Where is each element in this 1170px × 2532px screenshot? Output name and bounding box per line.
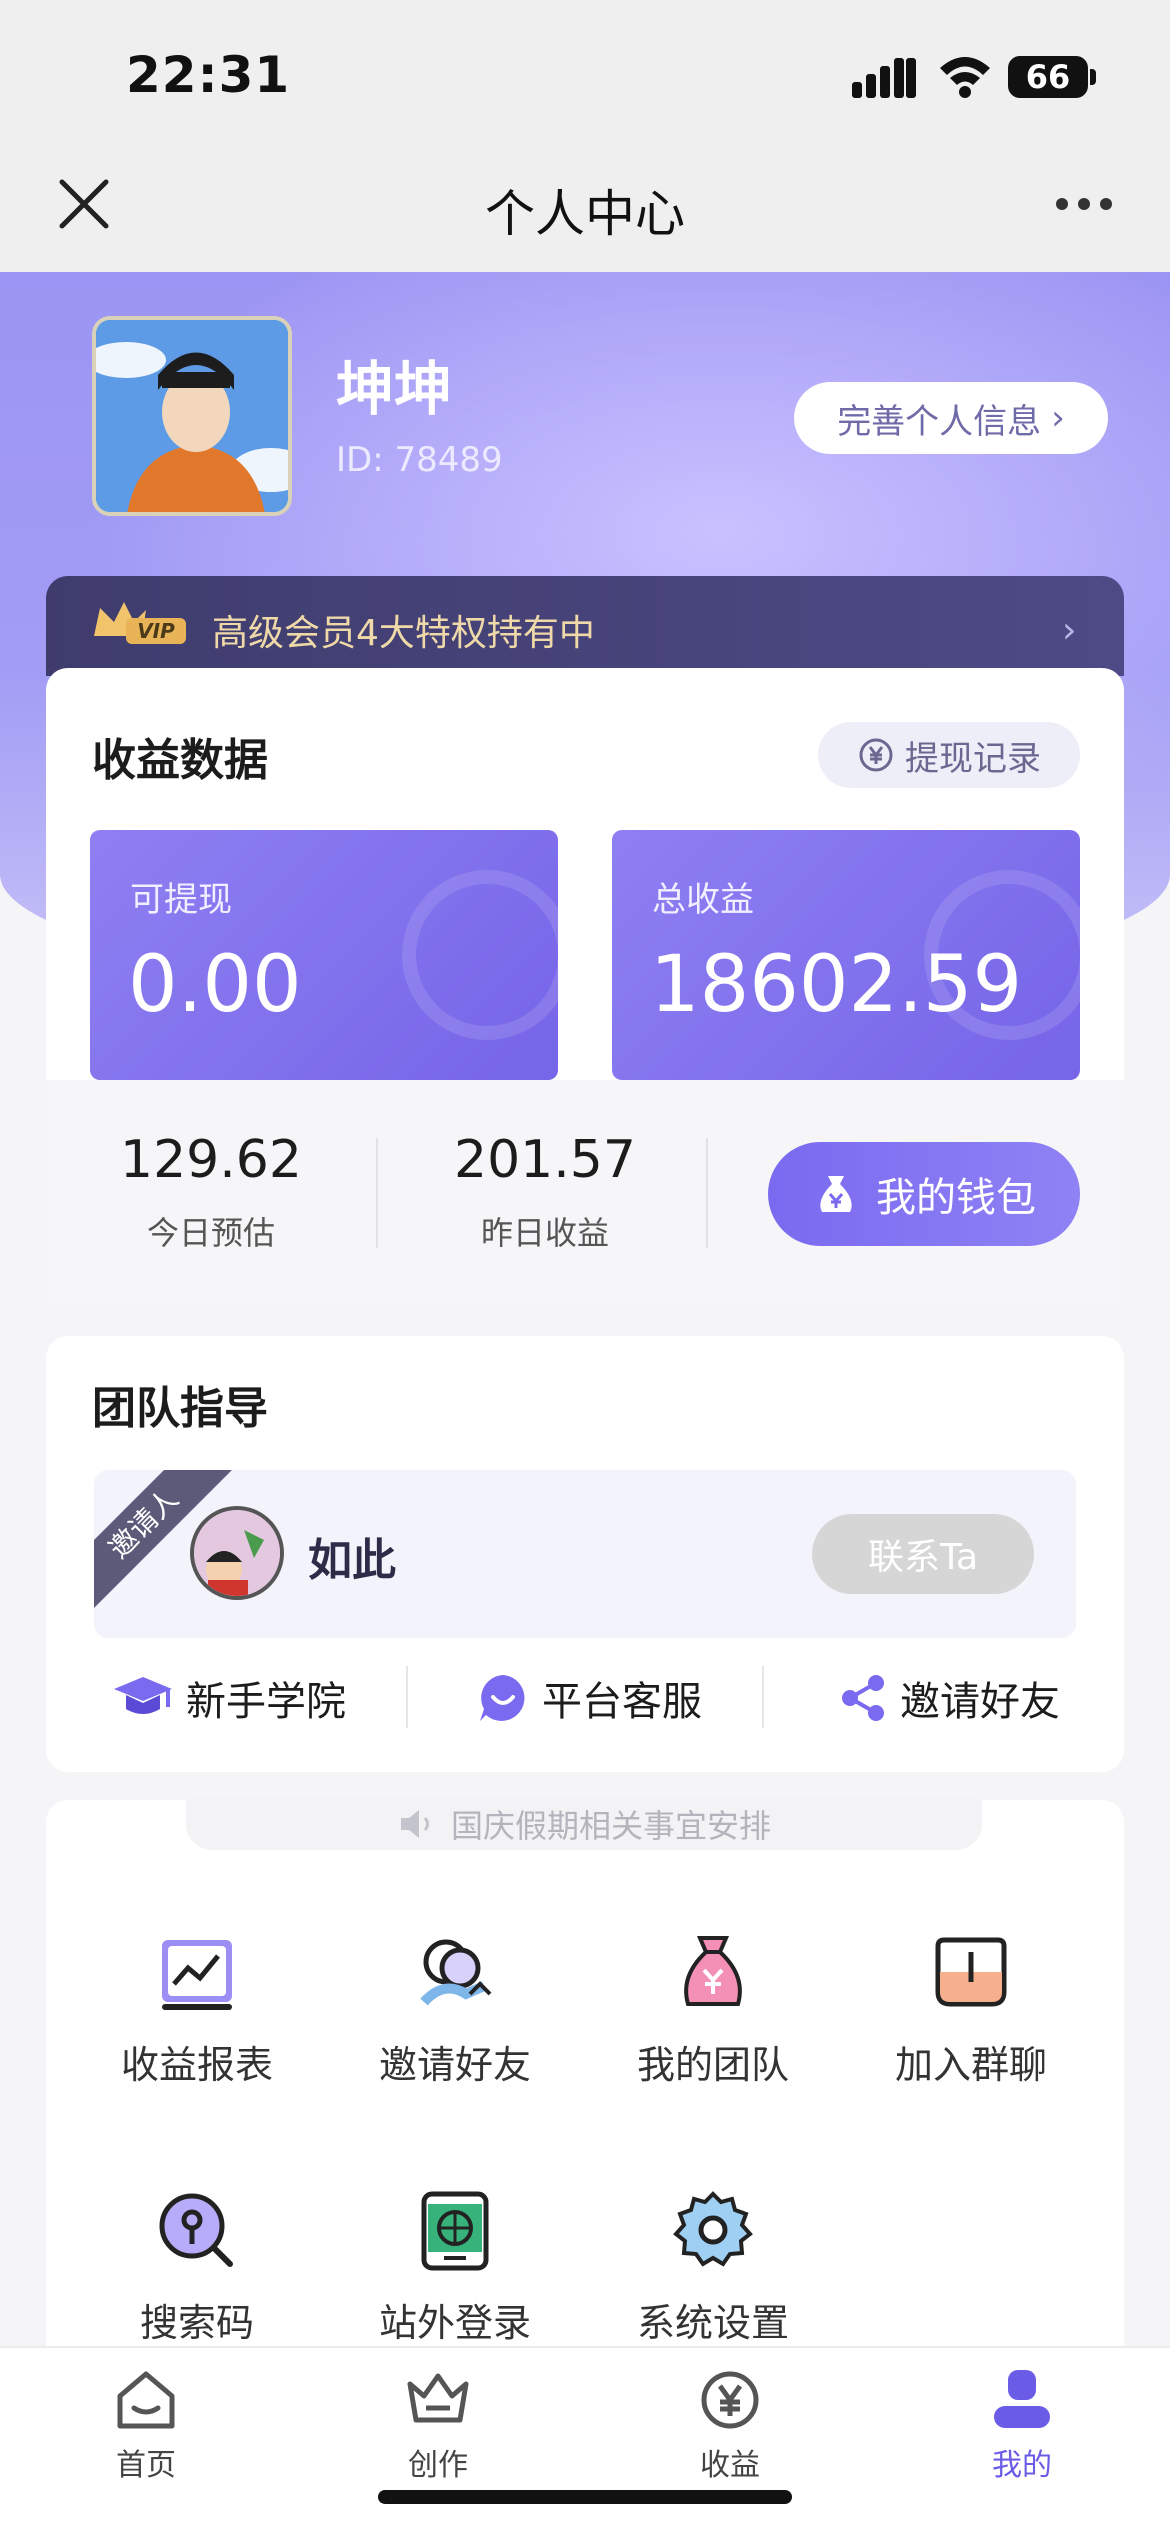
inviter-name: 如此 [308,1535,396,1586]
grid-label: 系统设置 [636,2301,789,2345]
grid-label: 站外登录 [378,2301,531,2345]
invite-friends-label: 邀请好友 [900,1679,1060,1725]
grid-item-my-team[interactable]: 我的团队 [584,1932,842,2112]
yesterday-earnings-value: 201.57 [454,1130,636,1190]
page-title: 个人中心 [485,185,685,243]
earnings-yen-icon [701,2371,759,2429]
avatar-illustration [96,320,288,512]
battery-indicator: 66 [1008,56,1088,98]
home-indicator[interactable] [378,2490,792,2504]
team-moneybag-icon [684,1936,742,2006]
search-key-icon [159,2193,233,2267]
create-crown-icon [407,2373,469,2423]
tab-label: 收益 [700,2448,760,2483]
group-chat-icon [935,1937,1007,2007]
withdraw-record-button[interactable]: 提现记录 [818,722,1080,788]
user-id: ID: 78489 [336,440,503,480]
settings-gear-icon [673,2191,753,2267]
cellular-signal-icon [852,58,916,98]
inviter-avatar[interactable] [190,1506,284,1600]
withdraw-record-label: 提现记录 [905,738,1041,779]
available-label: 可提现 [130,880,232,920]
customer-service-icon [480,1675,525,1721]
tab-profile[interactable]: 我的 [942,2366,1102,2484]
share-icon [842,1675,884,1721]
vip-status-text: 高级会员4大特权持有中 [212,613,595,654]
grid-item-join-group[interactable]: 加入群聊 [842,1932,1100,2112]
earnings-title: 收益数据 [92,735,268,786]
grid-label: 邀请好友 [378,2043,531,2087]
tab-label: 创作 [408,2448,468,2483]
status-time: 22:31 [126,46,291,104]
money-bag-icon [820,1176,852,1212]
coin-watermark-icon [402,870,558,1040]
complete-profile-button[interactable]: 完善个人信息 › [794,382,1108,454]
total-earnings-card[interactable]: 总收益 18602.59 [612,830,1080,1080]
grid-label: 搜索码 [139,2301,254,2345]
grid-label: 我的团队 [636,2043,789,2087]
graduation-cap-icon [114,1677,172,1714]
divider [706,1138,708,1248]
vip-chevron-icon: › [1062,610,1077,651]
invite-friends-link[interactable]: 邀请好友 [838,1668,1060,1728]
platform-support-link[interactable]: 平台客服 [476,1668,702,1728]
grid-label: 加入群聊 [894,2043,1047,2087]
total-earnings-value: 18602.59 [650,940,1023,1030]
grid-item-invite-friends[interactable]: 邀请好友 [326,1932,584,2112]
grid-label: 收益报表 [120,2043,273,2087]
contact-inviter-button[interactable]: 联系Ta [812,1514,1034,1594]
tab-label-active: 我的 [992,2448,1052,2483]
today-estimate-value: 129.62 [120,1130,302,1190]
available-value: 0.00 [128,940,302,1030]
tab-label: 首页 [116,2448,176,2483]
notice-banner[interactable]: 国庆假期相关事宜安排 [186,1798,982,1850]
divider [762,1666,764,1728]
vip-badge-text: VIP [137,619,175,643]
divider [376,1138,378,1248]
invite-friends-icon [420,1939,492,2006]
grid-item-system-settings[interactable]: 系统设置 [584,2190,842,2370]
vip-crown-icon: VIP [94,602,186,644]
chevron-right-icon: › [1051,398,1065,438]
notice-text: 国庆假期相关事宜安排 [450,1807,771,1845]
chart-icon [162,1940,232,2010]
newbie-academy-link[interactable]: 新手学院 [112,1668,346,1728]
my-wallet-button[interactable]: 我的钱包 [768,1142,1080,1246]
home-icon [117,2371,175,2429]
available-balance-card[interactable]: 可提现 0.00 [90,830,558,1080]
newbie-academy-label: 新手学院 [186,1679,346,1725]
profile-icon [994,2370,1050,2428]
tab-home[interactable]: 首页 [66,2366,226,2484]
yen-coin-icon [859,738,893,772]
more-options-icon[interactable] [1054,196,1114,212]
total-earnings-label: 总收益 [652,880,754,920]
complete-profile-label: 完善个人信息 [837,401,1042,442]
grid-item-search-code[interactable]: 搜索码 [68,2190,326,2370]
today-estimate-label: 今日预估 [146,1214,275,1252]
team-guidance-title: 团队指导 [92,1383,268,1434]
tab-create[interactable]: 创作 [358,2366,518,2484]
platform-support-label: 平台客服 [542,1679,702,1725]
user-name: 坤坤 [336,355,453,423]
my-wallet-label: 我的钱包 [876,1175,1036,1221]
divider [406,1666,408,1728]
tab-earnings[interactable]: 收益 [650,2366,810,2484]
yesterday-earnings-label: 昨日收益 [480,1214,609,1252]
grid-item-earnings-report[interactable]: 收益报表 [68,1932,326,2112]
grid-item-external-login[interactable]: 站外登录 [326,2190,584,2370]
external-login-icon [421,2191,489,2271]
speaker-icon [400,1810,429,1838]
user-avatar[interactable] [92,316,292,516]
wifi-icon [940,57,990,98]
battery-tip [1090,69,1096,85]
